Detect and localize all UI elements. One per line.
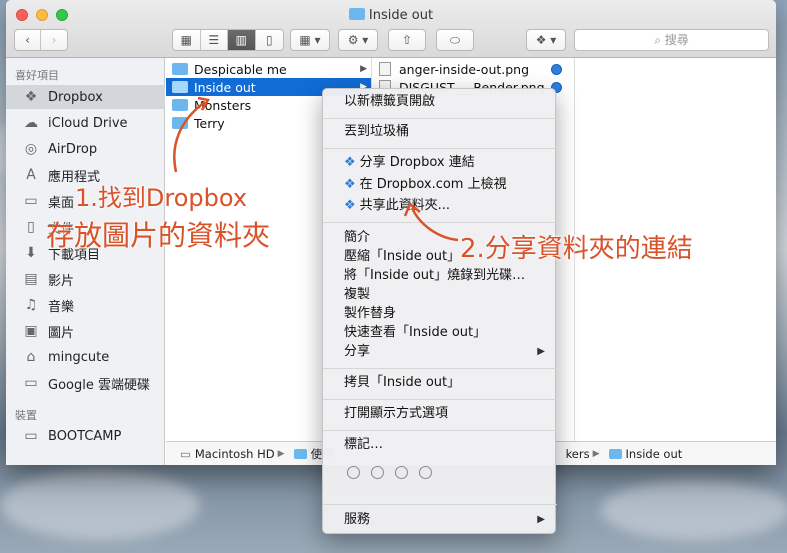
- annotation-step1-line2: 存放圖片的資料夾: [46, 219, 271, 252]
- annotation-step1-line1: 1.找到Dropbox: [75, 184, 248, 212]
- annotation-step2: 2.分享資料夾的連結: [460, 234, 693, 264]
- annotation-arrow-2: [410, 207, 459, 242]
- annotation-arrows: [173, 96, 459, 242]
- annotation-arrow-1: [173, 100, 206, 173]
